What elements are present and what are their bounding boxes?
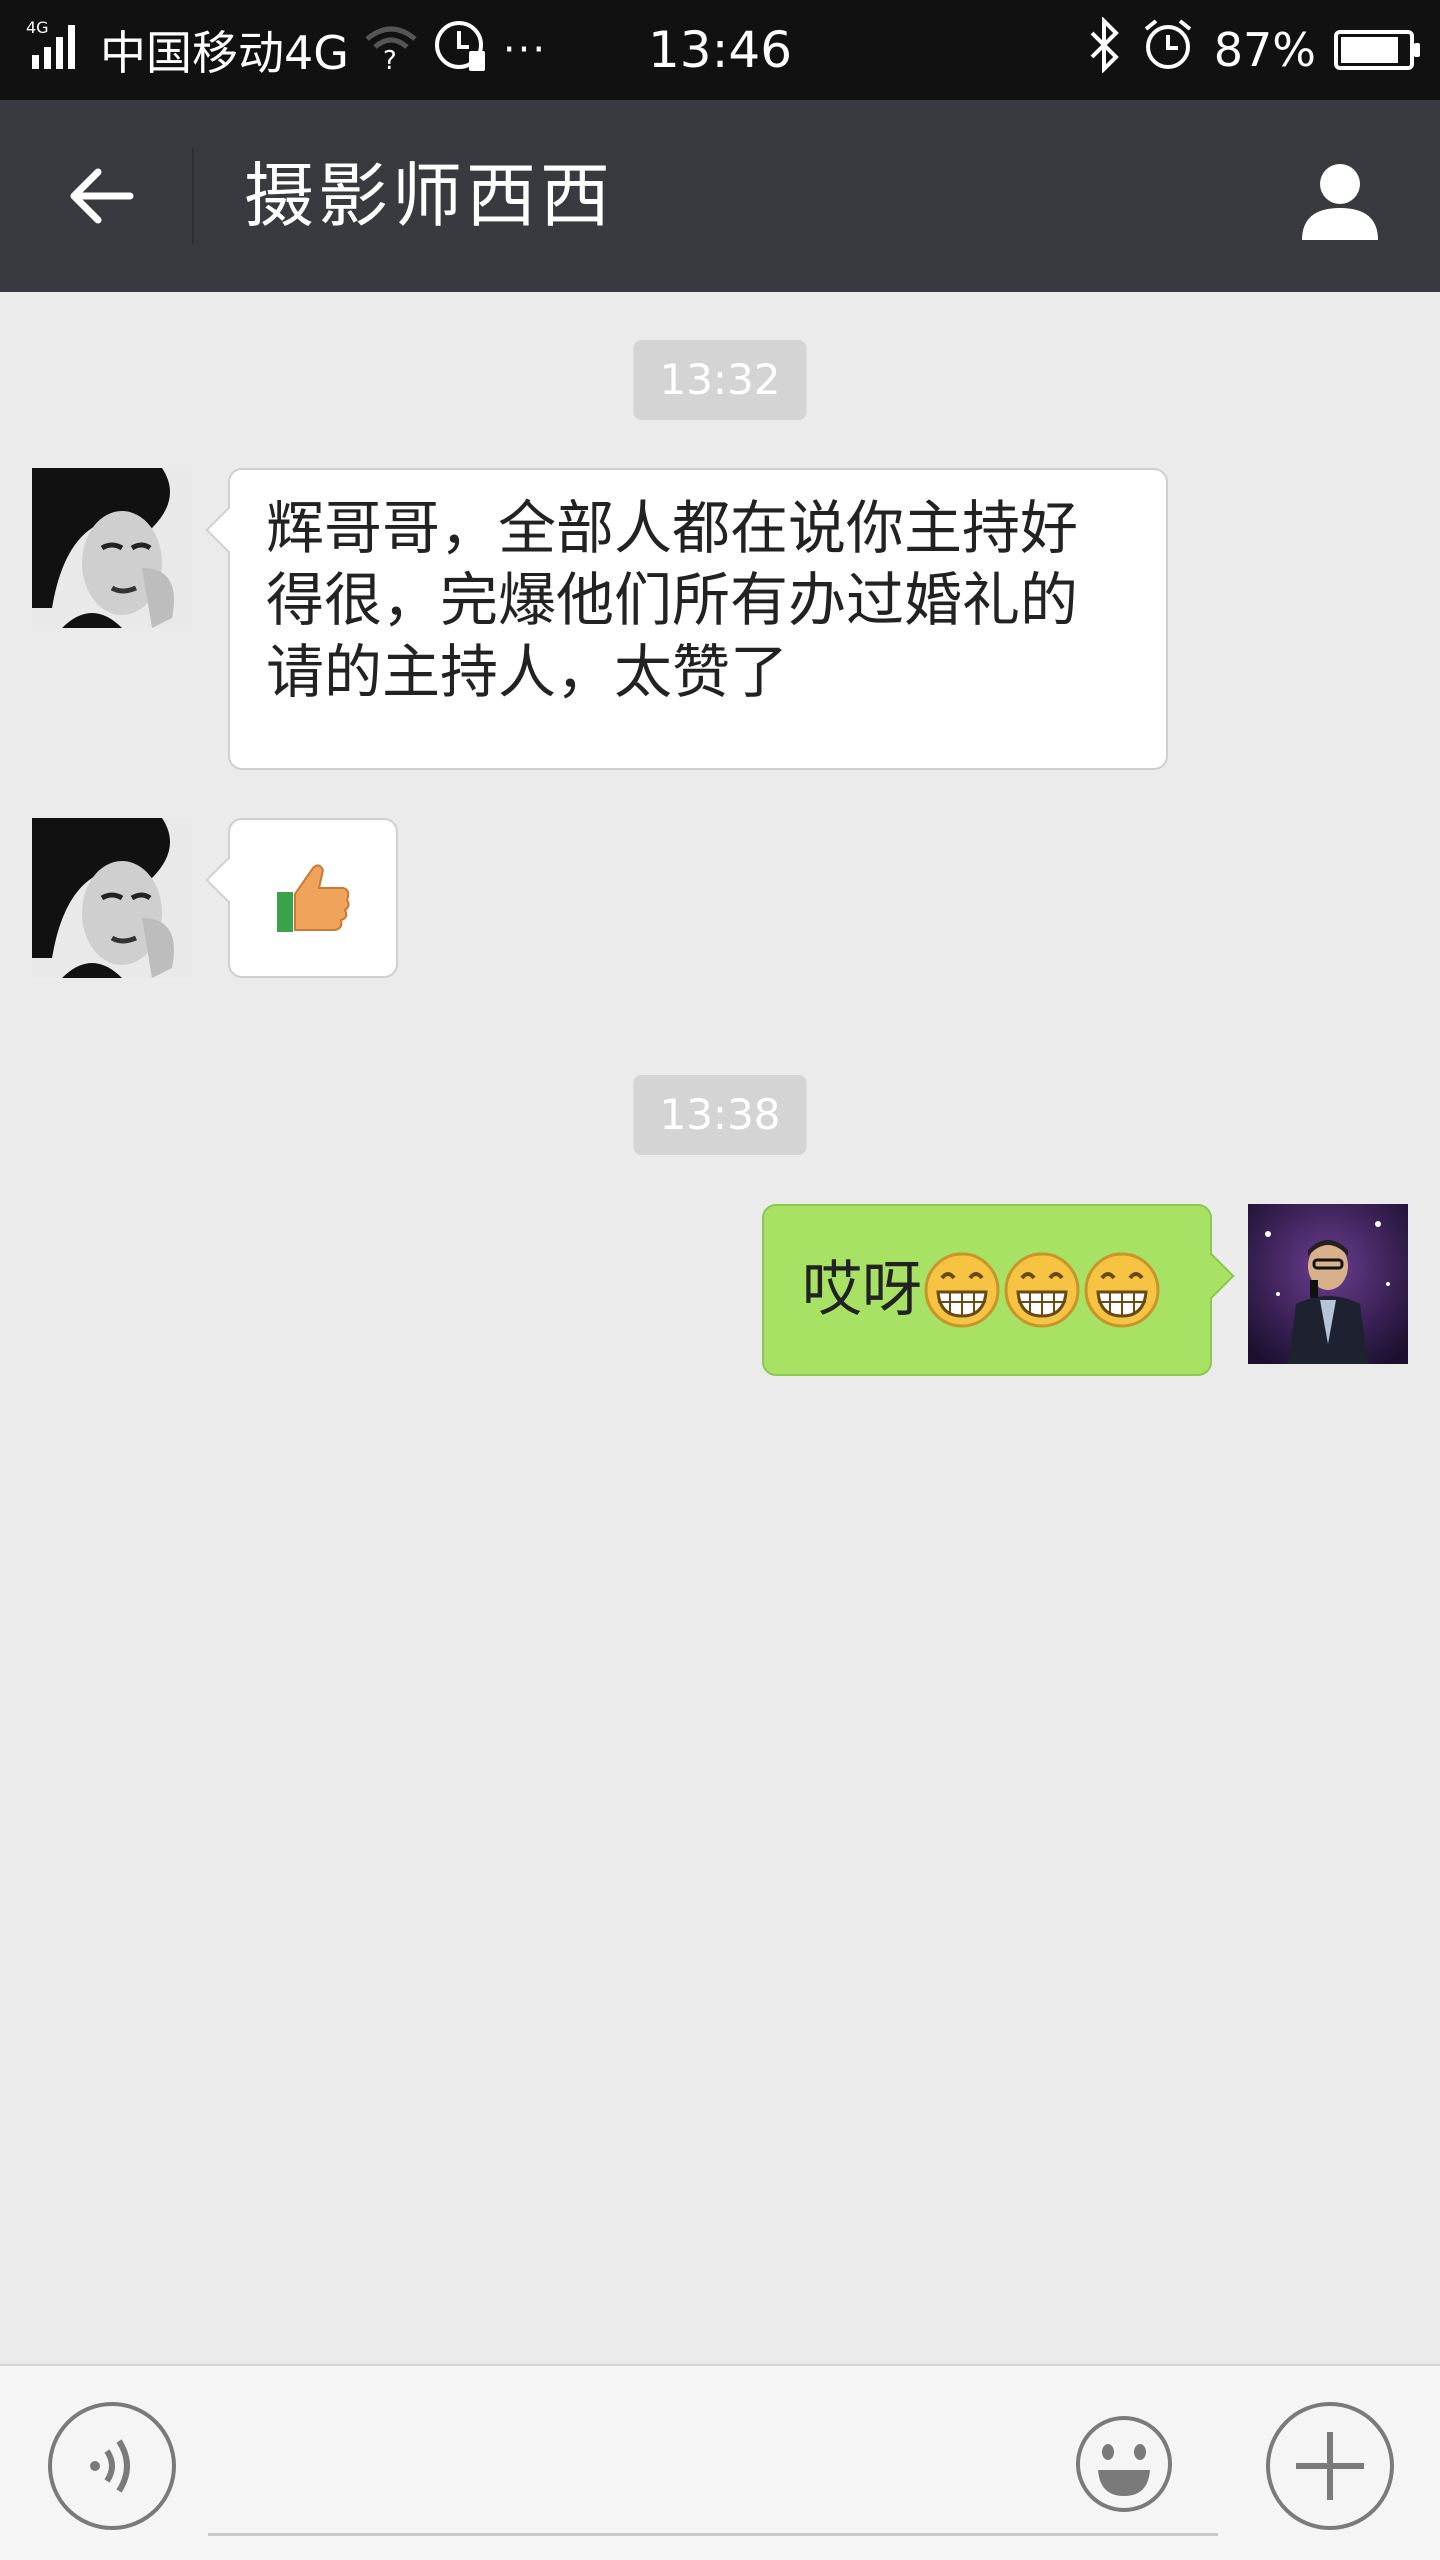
message-text: 辉哥哥，全部人都在说你主持好得很，完爆他们所有办过婚礼的请的主持人，太赞了 xyxy=(266,494,1079,706)
bluetooth-icon xyxy=(1086,15,1122,84)
status-right: 87% xyxy=(1086,15,1420,84)
contact-avatar[interactable] xyxy=(32,818,192,978)
message-bubble-incoming[interactable] xyxy=(228,818,398,978)
message-bubble-incoming[interactable]: 辉哥哥，全部人都在说你主持好得很，完爆他们所有办过婚礼的请的主持人，太赞了 xyxy=(228,468,1168,770)
arrow-left-icon xyxy=(70,168,134,224)
title-bar: 摄影师西西 xyxy=(0,100,1440,292)
battery-percent: 87% xyxy=(1213,23,1316,77)
contact-avatar[interactable] xyxy=(32,468,192,628)
chat-title: 摄影师西西 xyxy=(244,155,614,237)
timestamp-chip: 13:38 xyxy=(633,1075,807,1155)
smiley-icon xyxy=(1076,2416,1172,2512)
grin-icon xyxy=(924,1252,1000,1328)
person-icon xyxy=(1302,164,1378,240)
message-text: 哎呀 xyxy=(802,1255,922,1325)
grin-icon xyxy=(1004,1252,1080,1328)
alarm-icon xyxy=(1140,17,1196,84)
emoji-button[interactable] xyxy=(1074,2414,1174,2514)
plus-icon xyxy=(1296,2432,1364,2500)
voice-icon xyxy=(90,2439,130,2493)
message-bubble-outgoing[interactable]: 哎呀 xyxy=(762,1204,1212,1376)
more-actions-button[interactable] xyxy=(1266,2402,1394,2530)
battery-fill xyxy=(1341,37,1398,63)
message-input[interactable] xyxy=(208,2426,1218,2536)
my-avatar[interactable] xyxy=(1248,1204,1408,1364)
voice-button[interactable] xyxy=(48,2402,176,2530)
battery-icon xyxy=(1334,30,1420,70)
title-divider xyxy=(192,148,194,244)
input-bar xyxy=(0,2364,1440,2560)
contact-info-button[interactable] xyxy=(1290,150,1390,250)
timestamp-chip: 13:32 xyxy=(633,340,807,420)
back-button[interactable] xyxy=(50,146,150,246)
thumbs-up-icon xyxy=(277,864,350,932)
grin-icon xyxy=(1084,1252,1160,1328)
status-bar: 4G 中国移动4G ? ··· 13:46 87% xyxy=(0,0,1440,100)
